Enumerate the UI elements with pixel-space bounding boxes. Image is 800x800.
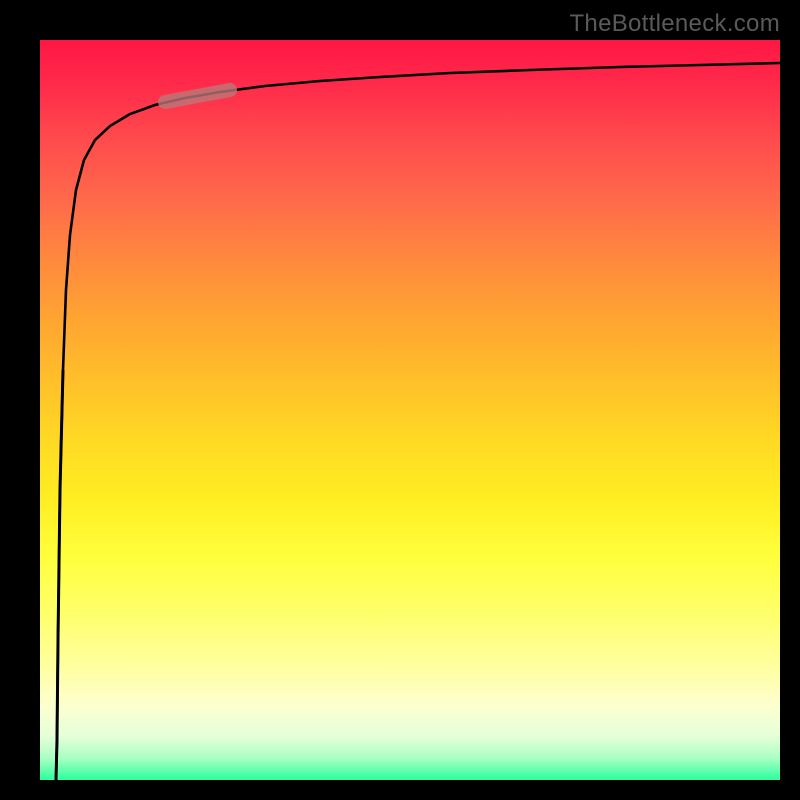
- curve-highlight-segment: [165, 90, 230, 102]
- curve-svg: [40, 40, 780, 780]
- chart-container: TheBottleneck.com: [0, 0, 800, 800]
- plot-area: [40, 40, 780, 780]
- bottleneck-curve: [56, 63, 780, 780]
- watermark-text: TheBottleneck.com: [569, 10, 780, 38]
- curve-drop-inner: [56, 370, 63, 780]
